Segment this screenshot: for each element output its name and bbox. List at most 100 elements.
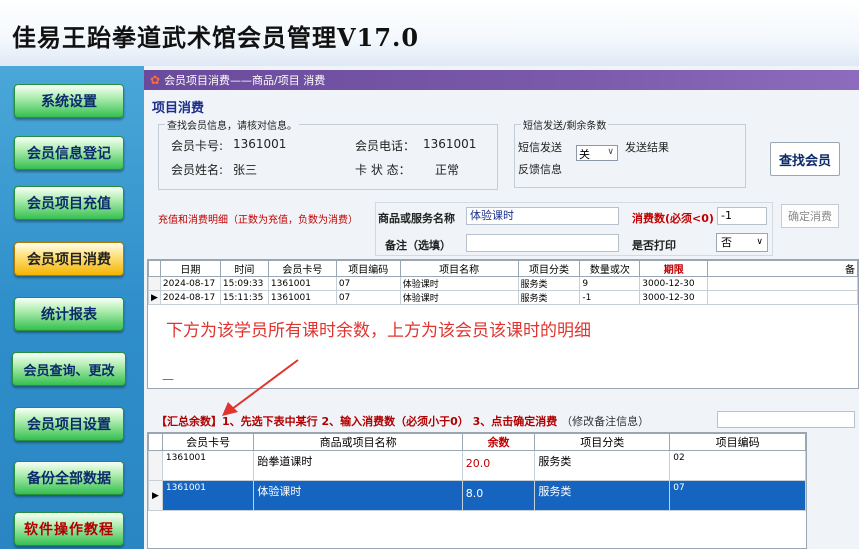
nav-item-recharge[interactable]: 会员项目充值 bbox=[14, 186, 124, 220]
section-title: 项目消费 bbox=[152, 101, 205, 116]
print-value: 否 bbox=[721, 236, 732, 249]
col-time[interactable]: 时间 bbox=[219, 260, 269, 277]
col-card-no[interactable]: 会员卡号 bbox=[161, 433, 255, 451]
table-header-row: 会员卡号 商品或项目名称 余数 项目分类 项目编码 bbox=[148, 433, 806, 451]
sms-result-label: 发送结果 bbox=[625, 141, 669, 154]
amount-field[interactable]: -1 bbox=[717, 207, 767, 225]
row-header bbox=[148, 450, 163, 481]
col-card-no[interactable]: 会员卡号 bbox=[267, 260, 337, 277]
cell-note bbox=[707, 276, 858, 291]
table-row[interactable]: 1361001 跆拳道课时 20.0 服务类 02 bbox=[148, 450, 806, 481]
row-header-corner bbox=[148, 433, 163, 451]
find-member-button[interactable]: 查找会员 bbox=[770, 142, 840, 176]
cell-time: 15:09:33 bbox=[219, 276, 269, 291]
status-value: 正常 bbox=[435, 163, 460, 177]
col-expiry[interactable]: 期限 bbox=[639, 260, 709, 277]
cell-item-category: 服务类 bbox=[534, 480, 671, 511]
summary-instructions: 【汇总余数】1、先选下表中某行 2、输入消费数（必须小于0） 3、点击确定消费 … bbox=[156, 413, 649, 429]
col-quantity[interactable]: 数量或次 bbox=[579, 260, 641, 277]
card-no-label: 会员卡号: bbox=[171, 139, 224, 153]
cell-expiry: 3000-12-30 bbox=[639, 290, 709, 305]
cell-item-code: 07 bbox=[335, 276, 401, 291]
cell-expiry: 3000-12-30 bbox=[639, 276, 709, 291]
sms-send-select[interactable]: 关 ∨ bbox=[576, 145, 618, 161]
cell-item-name: 体验课时 bbox=[399, 276, 519, 291]
note-label: 备注（选填） bbox=[385, 239, 451, 252]
nav-backup[interactable]: 备份全部数据 bbox=[14, 461, 124, 495]
cell-balance: 8.0 bbox=[461, 480, 536, 511]
cell-item-code: 02 bbox=[669, 450, 806, 481]
window-title-bar: ✿ 会员项目消费——商品/项目 消费 bbox=[144, 70, 859, 90]
col-item-code[interactable]: 项目编码 bbox=[669, 433, 806, 451]
cell-card-no: 1361001 bbox=[267, 290, 337, 305]
cell-item-name: 体验课时 bbox=[399, 290, 519, 305]
main-content: ✿ 会员项目消费——商品/项目 消费 项目消费 查找会员信息，请核对信息。 会员… bbox=[144, 66, 859, 549]
cell-card-no: 1361001 bbox=[161, 450, 255, 481]
nav-system-settings[interactable]: 系统设置 bbox=[14, 84, 124, 118]
nav-member-query[interactable]: 会员查询、更改 bbox=[12, 352, 126, 386]
cell-date: 2024-08-17 bbox=[159, 290, 221, 305]
row-pointer-icon: ▶ bbox=[148, 290, 161, 305]
name-label: 会员姓名: bbox=[171, 163, 224, 177]
print-select[interactable]: 否 ∨ bbox=[716, 233, 768, 252]
summary-text: 【汇总余数】1、先选下表中某行 2、输入消费数（必须小于0） 3、点击确定消费 bbox=[156, 415, 558, 428]
col-item-name[interactable]: 商品或项目名称 bbox=[253, 433, 463, 451]
nav-reports[interactable]: 统计报表 bbox=[14, 297, 124, 331]
row-header-corner bbox=[148, 260, 161, 277]
table-header-row: 日期 时间 会员卡号 项目编码 项目名称 项目分类 数量或次 期限 备 bbox=[148, 260, 858, 277]
col-note[interactable]: 备 bbox=[707, 260, 858, 277]
cell-balance: 20.0 bbox=[461, 450, 536, 481]
cell-quantity: -1 bbox=[579, 290, 641, 305]
card-no-value: 1361001 bbox=[233, 137, 287, 151]
row-pointer-icon: ▶ bbox=[148, 480, 163, 511]
cell-item-category: 服务类 bbox=[517, 276, 581, 291]
balance-table[interactable]: 会员卡号 商品或项目名称 余数 项目分类 项目编码 1361001 跆拳道课时 … bbox=[147, 432, 807, 549]
nav-item-consume[interactable]: 会员项目消费 bbox=[14, 242, 124, 276]
cell-time: 15:11:35 bbox=[219, 290, 269, 305]
app-window-icon: ✿ bbox=[150, 73, 161, 87]
app-header: 佳易王跆拳道武术馆会员管理V17.0 bbox=[0, 0, 859, 66]
col-balance[interactable]: 余数 bbox=[461, 433, 536, 451]
table-row[interactable]: 2024-08-17 15:09:33 1361001 07 体验课时 服务类 … bbox=[148, 276, 858, 291]
sms-group: 短信发送/剩余条数 短信发送 关 ∨ 发送结果 反馈信息 bbox=[514, 117, 746, 188]
member-info-legend: 查找会员信息，请核对信息。 bbox=[165, 117, 299, 132]
nav-item-settings[interactable]: 会员项目设置 bbox=[14, 407, 124, 441]
phone-value: 1361001 bbox=[423, 137, 477, 151]
cell-item-name: 体验课时 bbox=[253, 480, 463, 511]
confirm-consume-button[interactable]: 确定消费 bbox=[781, 204, 839, 228]
phone-label: 会员电话： bbox=[355, 139, 416, 153]
item-name-field[interactable]: 体验课时 bbox=[466, 207, 619, 225]
sidebar: 系统设置 会员信息登记 会员项目充值 会员项目消费 统计报表 会员查询、更改 会… bbox=[0, 66, 144, 549]
status-label: 卡 状 态： bbox=[355, 163, 411, 177]
note-edit-field[interactable] bbox=[717, 411, 855, 428]
cell-item-code: 07 bbox=[669, 480, 806, 511]
table-row[interactable]: ▶ 2024-08-17 15:11:35 1361001 07 体验课时 服务… bbox=[148, 290, 858, 305]
name-value: 张三 bbox=[233, 163, 258, 177]
annotation-text: 下方为该学员所有课时余数，上方为该会员该课时的明细 bbox=[166, 321, 591, 341]
col-item-name[interactable]: 项目名称 bbox=[399, 260, 519, 277]
cell-card-no: 1361001 bbox=[267, 276, 337, 291]
cell-date: 2024-08-17 bbox=[159, 276, 221, 291]
note-field[interactable] bbox=[466, 234, 619, 252]
amount-label: 消费数(必须<0) bbox=[632, 212, 714, 225]
table-row-selected[interactable]: ▶ 1361001 体验课时 8.0 服务类 07 bbox=[148, 480, 806, 511]
chevron-down-icon: ∨ bbox=[607, 147, 614, 157]
sms-legend: 短信发送/剩余条数 bbox=[521, 117, 609, 132]
cell-item-code: 07 bbox=[335, 290, 401, 305]
sms-feedback-label: 反馈信息 bbox=[518, 163, 562, 176]
item-name-label: 商品或服务名称 bbox=[378, 212, 455, 225]
scroll-marker: — bbox=[162, 372, 174, 386]
nav-member-register[interactable]: 会员信息登记 bbox=[14, 136, 124, 170]
col-item-code[interactable]: 项目编码 bbox=[335, 260, 401, 277]
col-date[interactable]: 日期 bbox=[159, 260, 221, 277]
member-info-group: 查找会员信息，请核对信息。 会员卡号: 1361001 会员电话： 136100… bbox=[158, 117, 498, 190]
row-header bbox=[148, 276, 161, 291]
arrow-icon bbox=[222, 359, 299, 416]
col-item-category[interactable]: 项目分类 bbox=[534, 433, 671, 451]
sms-send-label: 短信发送 bbox=[518, 141, 562, 154]
cell-quantity: 9 bbox=[579, 276, 641, 291]
window-title: 会员项目消费——商品/项目 消费 bbox=[164, 74, 326, 87]
nav-tutorial[interactable]: 软件操作教程 bbox=[14, 512, 124, 546]
print-label: 是否打印 bbox=[632, 239, 676, 252]
col-item-category[interactable]: 项目分类 bbox=[517, 260, 581, 277]
